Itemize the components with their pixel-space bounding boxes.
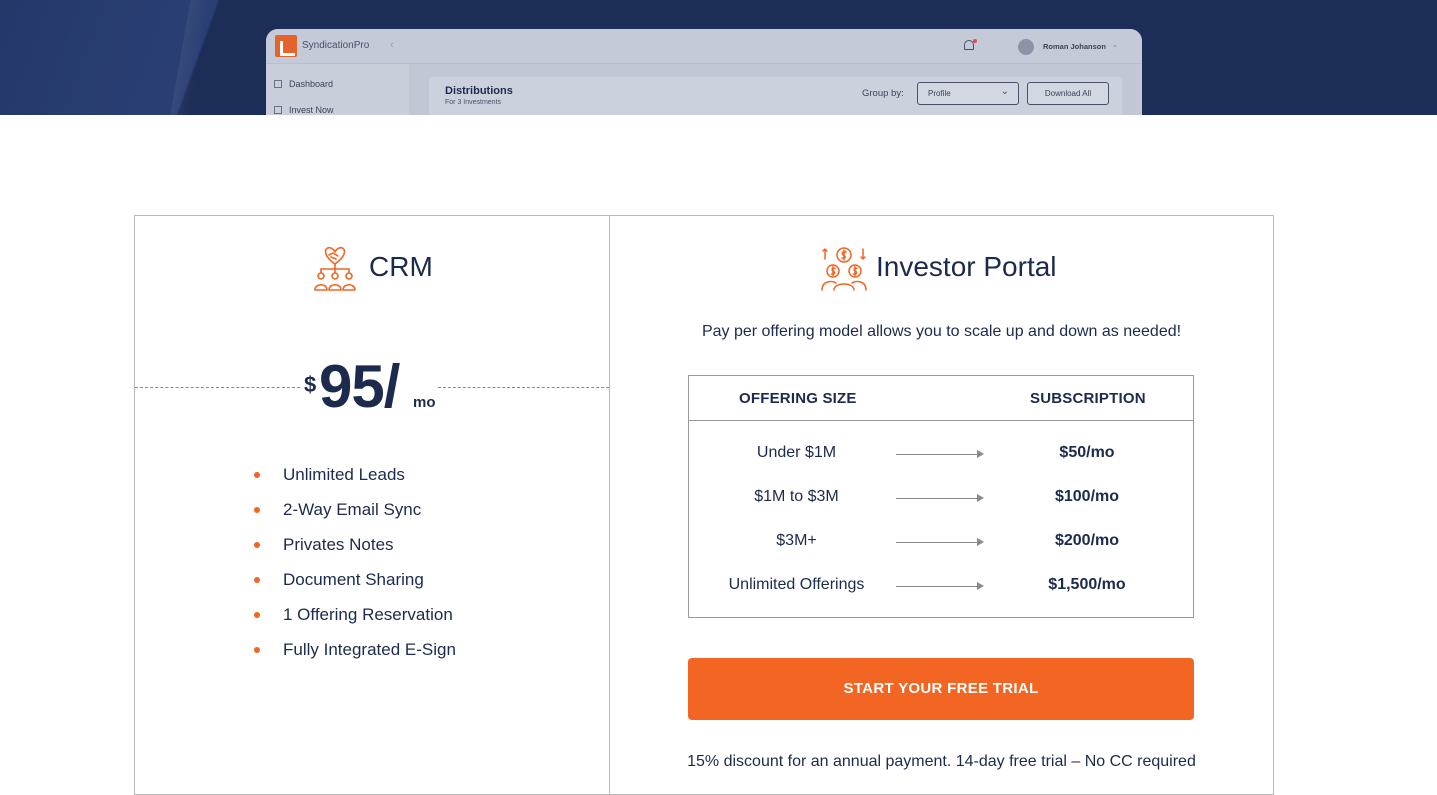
notification-dot (973, 39, 977, 43)
feature-label: 2-Way Email Sync (283, 500, 422, 519)
column-header-offering-size: OFFERING SIZE (739, 390, 857, 407)
hero-stripe-highlight (150, 0, 230, 115)
app-main: Distributions For 3 Investments Group by… (409, 64, 1142, 115)
offering-size: Under $1M (756, 444, 837, 461)
chevron-down-icon: ⌄ (1111, 39, 1119, 49)
price-divider-left (135, 387, 300, 388)
offering-pricing-table: OFFERING SIZE SUBSCRIPTION Under $1M $50… (688, 375, 1194, 618)
home-icon (274, 80, 282, 88)
subscription-price: $50/mo (1059, 444, 1115, 461)
list-item: Fully Integrated E-Sign (250, 637, 456, 672)
chevron-down-icon: ⌄ (1000, 86, 1009, 97)
table-row: $1M to $3M $100/mo (689, 482, 1193, 512)
arrow-right-icon (896, 494, 984, 502)
app-topbar: SyndicationPro ‹ Roman Johanson ⌄ (266, 29, 1142, 64)
feature-label: Fully Integrated E-Sign (283, 640, 456, 659)
feature-label: Unlimited Leads (283, 465, 405, 484)
distributions-title: Distributions (445, 85, 513, 97)
user-name: Roman Johanson (1043, 42, 1106, 51)
list-item: Unlimited Leads (250, 462, 456, 497)
table-row: Unlimited Offerings $1,500/mo (689, 570, 1193, 600)
sidebar-item-invest-now: Invest Now (274, 105, 334, 115)
arrow-right-icon (896, 450, 984, 458)
crm-title: CRM (369, 251, 433, 282)
group-by-select: Profile ⌄ (917, 82, 1019, 105)
arrow-right-icon (896, 582, 984, 590)
syndicationpro-logo-icon (275, 35, 297, 57)
investor-portal-tagline: Pay per offering model allows you to sca… (701, 323, 1182, 340)
sidebar-item-label: Dashboard (289, 79, 334, 89)
price-divider-right (438, 387, 609, 388)
bullet-icon (254, 507, 260, 513)
bullet-icon (254, 577, 260, 583)
table-header: OFFERING SIZE SUBSCRIPTION (689, 376, 1193, 421)
pricing-footnote: 15% discount for an annual payment. 14-d… (687, 753, 1196, 770)
crm-feature-list: Unlimited Leads 2-Way Email Sync Private… (250, 462, 456, 672)
start-free-trial-button[interactable]: START YOUR FREE TRIAL (688, 658, 1194, 720)
offering-size: Unlimited Offerings (728, 576, 865, 593)
table-row: Under $1M $50/mo (689, 438, 1193, 468)
subscription-price: $100/mo (1054, 488, 1120, 505)
crm-price-amount: 95/ (319, 353, 400, 420)
group-by-label: Group by: (862, 88, 904, 99)
sidebar-item-label: Invest Now (289, 105, 334, 115)
list-item: 1 Offering Reservation (250, 602, 456, 637)
feature-label: Privates Notes (283, 535, 394, 554)
app-preview: SyndicationPro ‹ Roman Johanson ⌄ Dashbo… (266, 29, 1142, 115)
column-divider (609, 215, 610, 795)
handshake-team-icon (314, 246, 356, 291)
list-item: 2-Way Email Sync (250, 497, 456, 532)
hero-banner: SyndicationPro ‹ Roman Johanson ⌄ Dashbo… (0, 0, 1437, 115)
group-by-value: Profile (928, 89, 951, 98)
subscription-price: $200/mo (1054, 532, 1120, 549)
avatar (1018, 39, 1034, 55)
bullet-icon (254, 647, 260, 653)
crm-price-period: mo (413, 394, 436, 411)
app-sidebar: Dashboard Invest Now (266, 64, 409, 115)
feature-label: 1 Offering Reservation (283, 605, 453, 624)
arrow-right-icon (896, 538, 984, 546)
app-brand-name: SyndicationPro (302, 40, 370, 51)
list-item: Document Sharing (250, 567, 456, 602)
bullet-icon (254, 542, 260, 548)
feature-label: Document Sharing (283, 570, 424, 589)
table-row: $3M+ $200/mo (689, 526, 1193, 556)
bullet-icon (254, 612, 260, 618)
investors-money-icon (821, 247, 867, 291)
offering-size: $1M to $3M (754, 488, 839, 505)
bullet-icon (254, 472, 260, 478)
subscription-price: $1,500/mo (1048, 576, 1126, 593)
list-item: Privates Notes (250, 532, 456, 567)
chevron-left-icon: ‹ (390, 39, 394, 51)
distributions-card: Distributions For 3 Investments Group by… (429, 77, 1122, 115)
investor-portal-title: Investor Portal (876, 251, 1057, 282)
offering-size: $3M+ (776, 532, 817, 549)
distributions-subtitle: For 3 Investments (445, 99, 502, 106)
crm-price-currency: $ (304, 372, 317, 397)
download-all-button: Download All (1027, 82, 1109, 105)
document-icon (274, 106, 282, 114)
sidebar-item-dashboard: Dashboard (274, 79, 333, 89)
column-header-subscription: SUBSCRIPTION (1030, 390, 1146, 407)
